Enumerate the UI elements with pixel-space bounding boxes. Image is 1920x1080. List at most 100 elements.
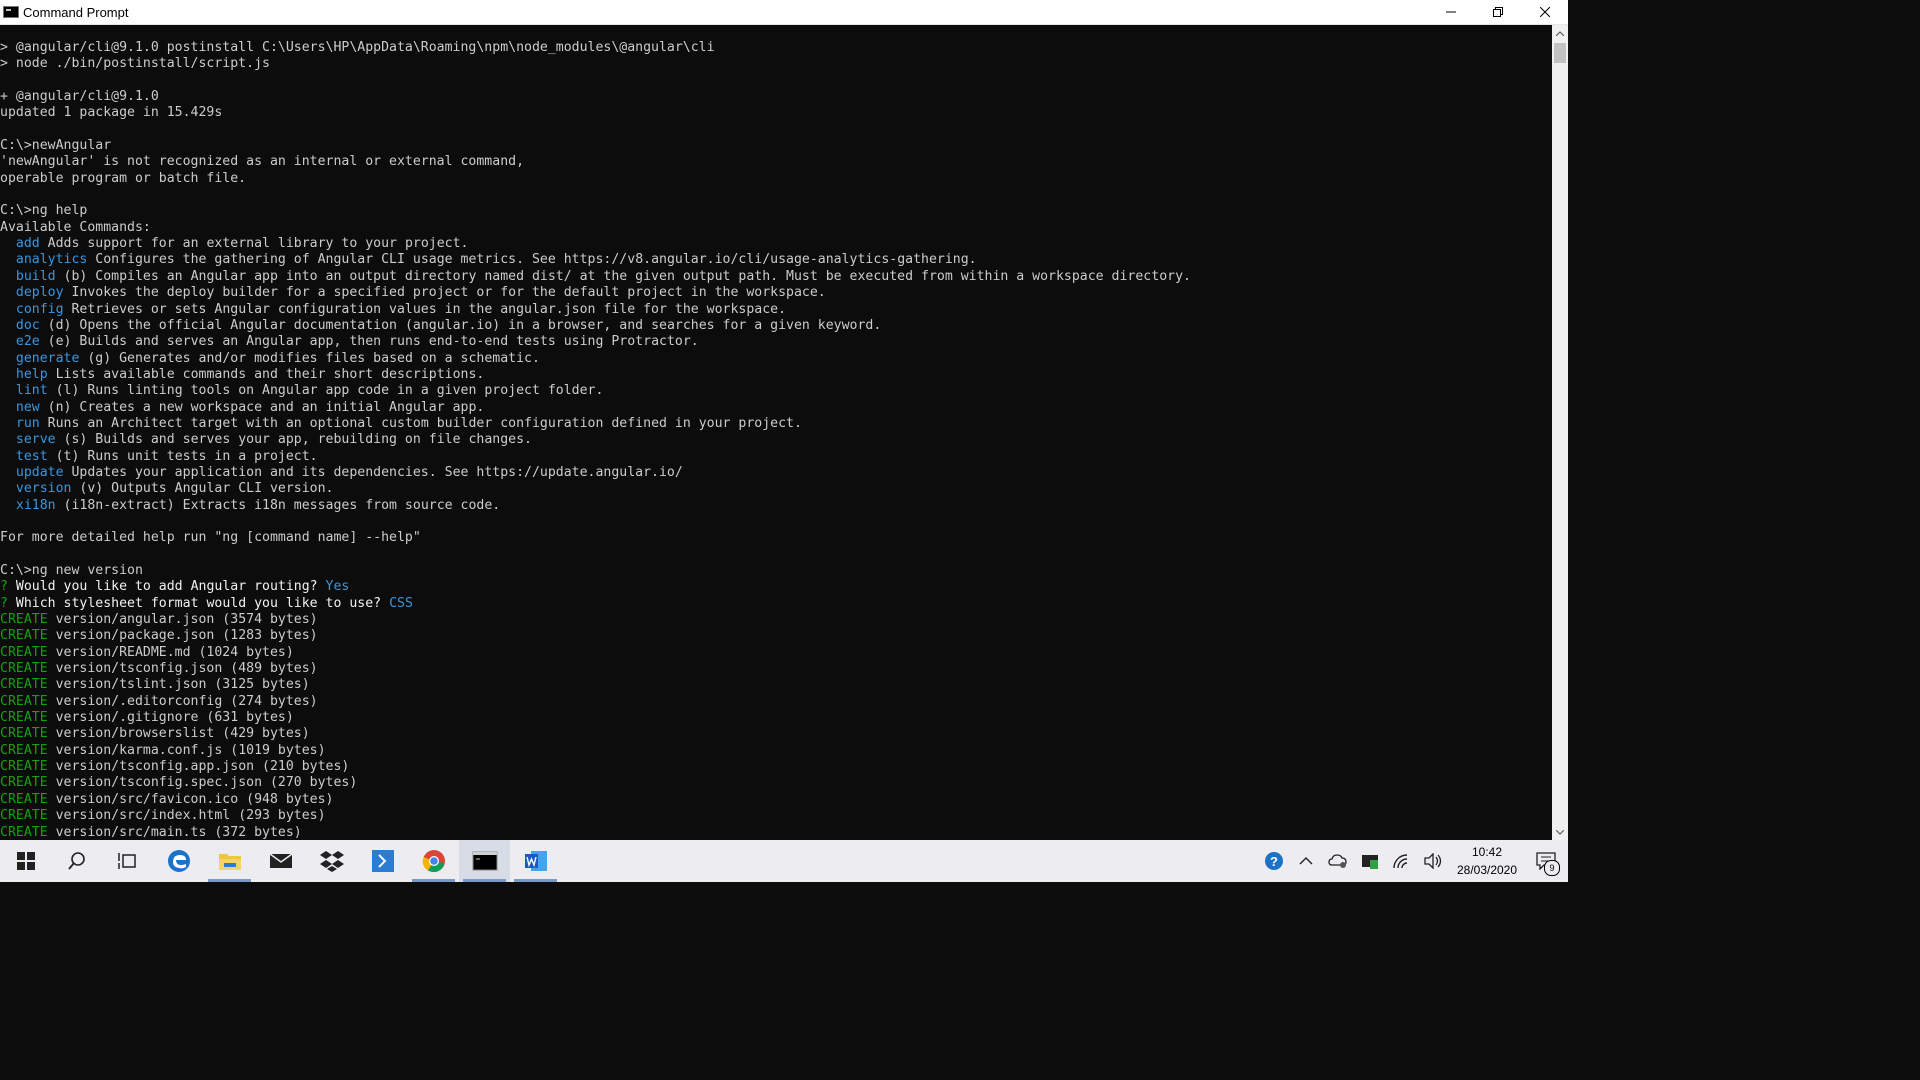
scroll-up-icon[interactable] xyxy=(1552,25,1568,41)
console-text: version/src/main.ts (372 bytes) xyxy=(47,824,302,840)
mail-app[interactable] xyxy=(255,840,306,882)
console-line: e2e (e) Builds and serves an Angular app… xyxy=(0,334,1552,350)
word-app[interactable] xyxy=(510,840,561,882)
close-icon xyxy=(1539,7,1550,17)
taskbar: ? 10:42 28/03/2020 9 xyxy=(0,840,1568,882)
console-line: CREATE version/package.json (1283 bytes) xyxy=(0,628,1552,644)
dropbox-app[interactable] xyxy=(306,840,357,882)
action-center-button[interactable]: 9 xyxy=(1524,840,1568,882)
console-line: operable program or batch file. xyxy=(0,171,1552,187)
create-label: CREATE xyxy=(0,775,48,791)
console-text: (g) Generates and/or modifies files base… xyxy=(79,350,540,366)
taskbar-clock[interactable]: 10:42 28/03/2020 xyxy=(1450,843,1524,879)
console-text: (e) Builds and serves an Angular app, th… xyxy=(39,334,699,350)
console-text: (d) Opens the official Angular documenta… xyxy=(39,317,882,333)
console-line: version (v) Outputs Angular CLI version. xyxy=(0,481,1552,497)
security-icon[interactable] xyxy=(1354,840,1386,882)
close-button[interactable] xyxy=(1521,0,1568,24)
mail-icon xyxy=(269,853,292,868)
console-line: CREATE version/src/favicon.ico (948 byte… xyxy=(0,792,1552,808)
console-text: Invokes the deploy builder for a specifi… xyxy=(63,285,826,301)
word-icon xyxy=(524,851,547,871)
console-text: version/package.json (1283 bytes) xyxy=(47,628,318,644)
create-label: CREATE xyxy=(0,677,48,693)
console-text: version/.gitignore (631 bytes) xyxy=(47,710,294,726)
command-name: new xyxy=(15,399,40,415)
minimize-button[interactable] xyxy=(1427,0,1474,24)
console-line: For more detailed help run "ng [command … xyxy=(0,530,1552,546)
console-text: (b) Compiles an Angular app into an outp… xyxy=(55,268,1191,284)
command-name: version xyxy=(15,481,72,497)
command-prompt-app[interactable] xyxy=(459,840,510,882)
system-tray: ? 10:42 28/03/2020 9 xyxy=(1258,840,1568,882)
title-bar[interactable]: Command Prompt xyxy=(0,0,1568,25)
file-explorer-app[interactable] xyxy=(204,840,255,882)
restore-button[interactable] xyxy=(1474,0,1521,24)
console-text: version/tslint.json (3125 bytes) xyxy=(47,677,310,693)
console-line: ? Would you like to add Angular routing?… xyxy=(0,579,1552,595)
scroll-down-icon[interactable] xyxy=(1552,824,1568,840)
console-line: run Runs an Architect target with an opt… xyxy=(0,416,1552,432)
wifi-icon[interactable] xyxy=(1386,840,1418,882)
volume-icon[interactable] xyxy=(1418,840,1450,882)
folder-icon xyxy=(218,854,241,870)
help-icon[interactable]: ? xyxy=(1258,840,1290,882)
search-button[interactable] xyxy=(51,840,102,882)
console-text: Retrieves or sets Angular configuration … xyxy=(63,301,787,317)
console-line: CREATE version/README.md (1024 bytes) xyxy=(0,645,1552,661)
console-output[interactable]: > @angular/cli@9.1.0 postinstall C:\User… xyxy=(0,25,1552,840)
console-line: C:\>ng new version xyxy=(0,563,1552,579)
command-name: xi18n xyxy=(15,497,56,513)
create-label: CREATE xyxy=(0,759,48,775)
command-name: build xyxy=(15,268,56,284)
start-button[interactable] xyxy=(0,840,51,882)
console-line: CREATE version/src/index.html (293 bytes… xyxy=(0,808,1552,824)
console-text: version/src/favicon.ico (948 bytes) xyxy=(47,791,334,807)
console-line: C:\>ng help xyxy=(0,203,1552,219)
console-line: CREATE version/angular.json (3574 bytes) xyxy=(0,612,1552,628)
console-text: C:\>ng new version xyxy=(0,563,143,578)
chevron-up-icon[interactable] xyxy=(1290,840,1322,882)
console-line: updated 1 package in 15.429s xyxy=(0,105,1552,121)
clock-time: 10:42 xyxy=(1471,845,1503,859)
powershell-app[interactable] xyxy=(357,840,408,882)
console-line: CREATE version/browserslist (429 bytes) xyxy=(0,726,1552,742)
console-scrollbar[interactable] xyxy=(1552,25,1568,840)
console-text: Runs an Architect target with an optiona… xyxy=(39,415,802,431)
command-name: help xyxy=(15,366,48,382)
console-line: CREATE version/tsconfig.spec.json (270 b… xyxy=(0,775,1552,791)
chevron-up-icon xyxy=(1556,30,1564,36)
console-text: ? xyxy=(0,595,8,611)
command-name: generate xyxy=(15,350,80,366)
console-text: updated 1 package in 15.429s xyxy=(0,105,223,121)
onedrive-icon[interactable] xyxy=(1322,840,1354,882)
console-text: version/angular.json (3574 bytes) xyxy=(47,612,318,628)
chrome-app[interactable] xyxy=(408,840,459,882)
command-name: deploy xyxy=(15,285,64,301)
create-label: CREATE xyxy=(0,693,48,709)
create-label: CREATE xyxy=(0,644,48,660)
scrollbar-thumb[interactable] xyxy=(1554,43,1566,63)
task-view-button[interactable] xyxy=(102,840,153,882)
command-name: doc xyxy=(15,317,40,333)
edge-app[interactable] xyxy=(153,840,204,882)
console-line: > @angular/cli@9.1.0 postinstall C:\User… xyxy=(0,40,1552,56)
command-name: run xyxy=(15,415,40,431)
console-text: operable program or batch file. xyxy=(0,170,247,186)
console-line: CREATE version/karma.conf.js (1019 bytes… xyxy=(0,743,1552,759)
console-line: doc (d) Opens the official Angular docum… xyxy=(0,318,1552,334)
create-label: CREATE xyxy=(0,742,48,758)
console-text: (i18n-extract) Extracts i18n messages fr… xyxy=(55,497,501,513)
console-line: update Updates your application and its … xyxy=(0,465,1552,481)
